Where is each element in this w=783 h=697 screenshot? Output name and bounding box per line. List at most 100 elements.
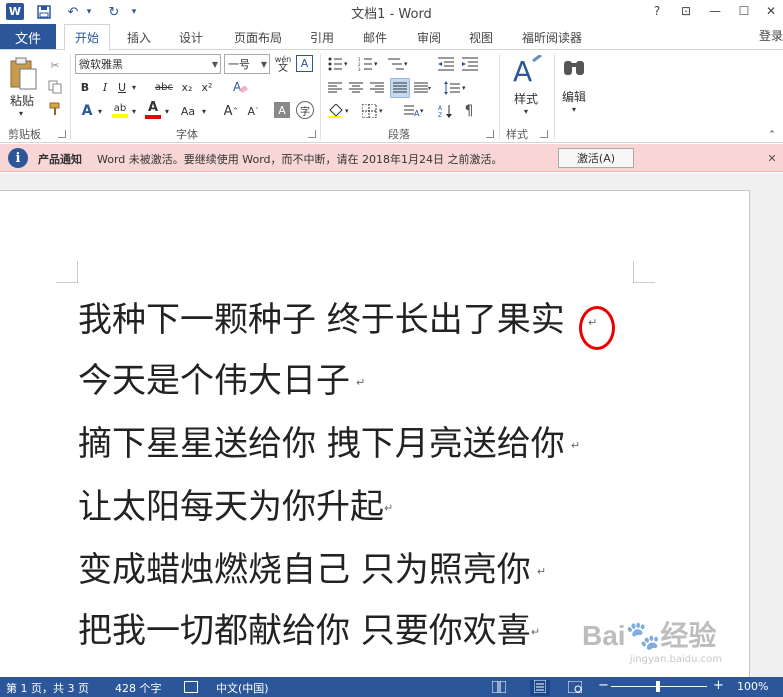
tab-view[interactable]: 视图 bbox=[460, 24, 502, 50]
superscript-button[interactable]: x² bbox=[198, 78, 216, 96]
collapse-ribbon-icon[interactable]: ⌃ bbox=[766, 130, 778, 140]
copy-icon[interactable] bbox=[46, 78, 64, 96]
paragraph-mark-icon: ↵ bbox=[384, 501, 394, 515]
tab-file[interactable]: 文件 bbox=[0, 24, 56, 50]
tab-references[interactable]: 引用 bbox=[302, 24, 342, 50]
document-line[interactable]: 摘下星星送给你 拽下月亮送给你 ↵ bbox=[78, 424, 580, 466]
help-button[interactable]: ? bbox=[646, 2, 668, 20]
subscript-button[interactable]: x₂ bbox=[178, 78, 196, 96]
italic-button[interactable]: I bbox=[97, 78, 113, 96]
sort-icon[interactable]: AZ bbox=[436, 102, 456, 120]
print-layout-icon[interactable] bbox=[530, 679, 550, 696]
distributed-icon[interactable]: ▾ bbox=[412, 79, 434, 97]
paste-icon[interactable] bbox=[6, 56, 40, 92]
read-mode-icon[interactable] bbox=[491, 680, 507, 696]
increase-indent-icon[interactable] bbox=[460, 55, 480, 73]
change-case-button[interactable]: Aa bbox=[176, 102, 200, 120]
clipboard-dialog-launcher-icon[interactable] bbox=[58, 130, 66, 138]
shading-icon[interactable]: ▾ bbox=[326, 102, 354, 120]
decrease-indent-icon[interactable] bbox=[436, 55, 456, 73]
tab-home[interactable]: 开始 bbox=[64, 24, 110, 51]
font-dialog-launcher-icon[interactable] bbox=[308, 130, 316, 138]
font-size-dropdown[interactable]: 一号 ▼ bbox=[224, 54, 270, 74]
tab-design[interactable]: 设计 bbox=[170, 24, 212, 50]
ribbon-display-options-button[interactable]: ⊡ bbox=[675, 2, 697, 20]
show-paragraph-marks-icon[interactable]: ¶ bbox=[460, 102, 478, 120]
clipboard-group-label: 剪贴板 bbox=[8, 128, 41, 141]
document-line[interactable]: 变成蜡烛燃烧自己 只为照亮你 ↵ bbox=[78, 550, 546, 592]
underline-dropdown-icon[interactable]: ▾ bbox=[129, 78, 139, 96]
paste-button-label[interactable]: 粘贴 bbox=[4, 92, 40, 108]
highlight-dropdown-icon[interactable]: ▾ bbox=[130, 102, 138, 120]
document-line[interactable]: 我种下一颗种子 终于长出了果实 bbox=[78, 300, 565, 340]
minimize-button[interactable]: — bbox=[704, 2, 726, 20]
clear-formatting-icon[interactable]: A bbox=[230, 77, 250, 97]
styles-dropdown-icon[interactable]: ▾ bbox=[520, 106, 532, 116]
zoom-in-button[interactable]: + bbox=[713, 678, 724, 693]
underline-button[interactable]: U bbox=[115, 78, 129, 96]
borders-icon[interactable]: ▾ bbox=[360, 102, 388, 120]
change-case-dropdown-icon[interactable]: ▾ bbox=[200, 102, 208, 120]
editing-dropdown-icon[interactable]: ▾ bbox=[568, 104, 580, 114]
tab-foxit-reader[interactable]: 福昕阅读器 bbox=[512, 24, 592, 50]
multilevel-list-icon[interactable]: ▾ bbox=[386, 55, 412, 73]
zoom-out-button[interactable]: − bbox=[598, 678, 609, 693]
sign-in-link[interactable]: 登录 bbox=[759, 27, 783, 44]
document-line[interactable]: 让太阳每天为你升起↵ bbox=[78, 487, 393, 529]
font-name-dropdown[interactable]: 微软雅黑 ▼ bbox=[75, 54, 221, 74]
group-divider bbox=[499, 54, 500, 140]
cut-icon[interactable]: ✂ bbox=[46, 56, 64, 74]
justify-icon[interactable] bbox=[390, 78, 410, 98]
chinese-layout-icon[interactable]: A ▾ bbox=[402, 102, 428, 120]
editing-button-label[interactable]: 编辑 bbox=[556, 88, 592, 104]
phonetic-guide-button[interactable]: wén 文 bbox=[273, 53, 293, 75]
paste-dropdown-icon[interactable]: ▾ bbox=[14, 108, 28, 118]
shrink-font-button[interactable]: Aˇ bbox=[244, 102, 262, 120]
grow-font-button[interactable]: A ^ bbox=[222, 102, 240, 120]
tab-review[interactable]: 审阅 bbox=[408, 24, 450, 50]
strikethrough-button[interactable]: abc bbox=[152, 78, 176, 96]
line-spacing-icon[interactable]: ▾ bbox=[442, 79, 470, 97]
document-line[interactable]: 把我一切都献给你 只要你欢喜↵ bbox=[78, 611, 540, 653]
numbering-icon[interactable]: 1 2 3 ▾ bbox=[356, 55, 382, 73]
tab-page-layout[interactable]: 页面布局 bbox=[226, 24, 290, 50]
tab-mailings[interactable]: 邮件 bbox=[354, 24, 396, 50]
bold-button[interactable]: B bbox=[76, 78, 94, 96]
enclose-characters-icon[interactable]: 字 bbox=[296, 101, 314, 119]
find-binoculars-icon[interactable] bbox=[560, 56, 588, 82]
format-painter-icon[interactable] bbox=[46, 100, 64, 118]
activation-message-bar: i 产品通知 Word 未被激活。要继续使用 Word，而不中断，请在 2018… bbox=[0, 144, 783, 172]
align-left-icon[interactable] bbox=[326, 79, 344, 97]
activate-button[interactable]: 激活(A) bbox=[558, 148, 634, 168]
font-group-label: 字体 bbox=[176, 128, 198, 141]
align-center-icon[interactable] bbox=[347, 79, 365, 97]
styles-dialog-launcher-icon[interactable] bbox=[540, 130, 548, 138]
font-color-icon[interactable]: A bbox=[143, 100, 163, 120]
close-button[interactable]: ✕ bbox=[760, 2, 782, 20]
vertical-scrollbar[interactable] bbox=[750, 173, 783, 678]
bullets-icon[interactable]: ▾ bbox=[326, 55, 352, 73]
styles-icon[interactable]: A bbox=[510, 54, 544, 86]
text-effects-icon[interactable]: A bbox=[78, 102, 96, 120]
font-color-dropdown-icon[interactable]: ▾ bbox=[163, 102, 171, 120]
tab-insert[interactable]: 插入 bbox=[118, 24, 160, 50]
paragraph-dialog-launcher-icon[interactable] bbox=[486, 130, 494, 138]
page-count[interactable]: 第 1 页，共 3 页 bbox=[6, 680, 89, 696]
svg-text:▾: ▾ bbox=[379, 107, 383, 115]
character-border-icon[interactable]: A bbox=[296, 55, 313, 72]
language-indicator[interactable]: 中文(中国) bbox=[216, 680, 269, 696]
align-right-icon[interactable] bbox=[368, 79, 386, 97]
proofing-icon[interactable] bbox=[184, 681, 198, 693]
word-count[interactable]: 428 个字 bbox=[115, 680, 162, 696]
close-message-icon[interactable]: ✕ bbox=[764, 150, 780, 166]
text-highlight-icon[interactable]: ab bbox=[110, 100, 130, 120]
web-layout-icon[interactable] bbox=[567, 680, 583, 696]
styles-button-label[interactable]: 样式 bbox=[506, 90, 546, 106]
maximize-button[interactable]: ☐ bbox=[733, 2, 755, 20]
zoom-slider-thumb[interactable] bbox=[656, 681, 660, 692]
character-shading-icon[interactable]: A bbox=[274, 102, 290, 118]
zoom-level[interactable]: 100% bbox=[737, 680, 768, 693]
red-circle-annotation bbox=[579, 306, 615, 350]
text-effects-dropdown-icon[interactable]: ▾ bbox=[96, 102, 104, 120]
document-line[interactable]: 今天是个伟大日子 ↵ bbox=[78, 361, 365, 403]
